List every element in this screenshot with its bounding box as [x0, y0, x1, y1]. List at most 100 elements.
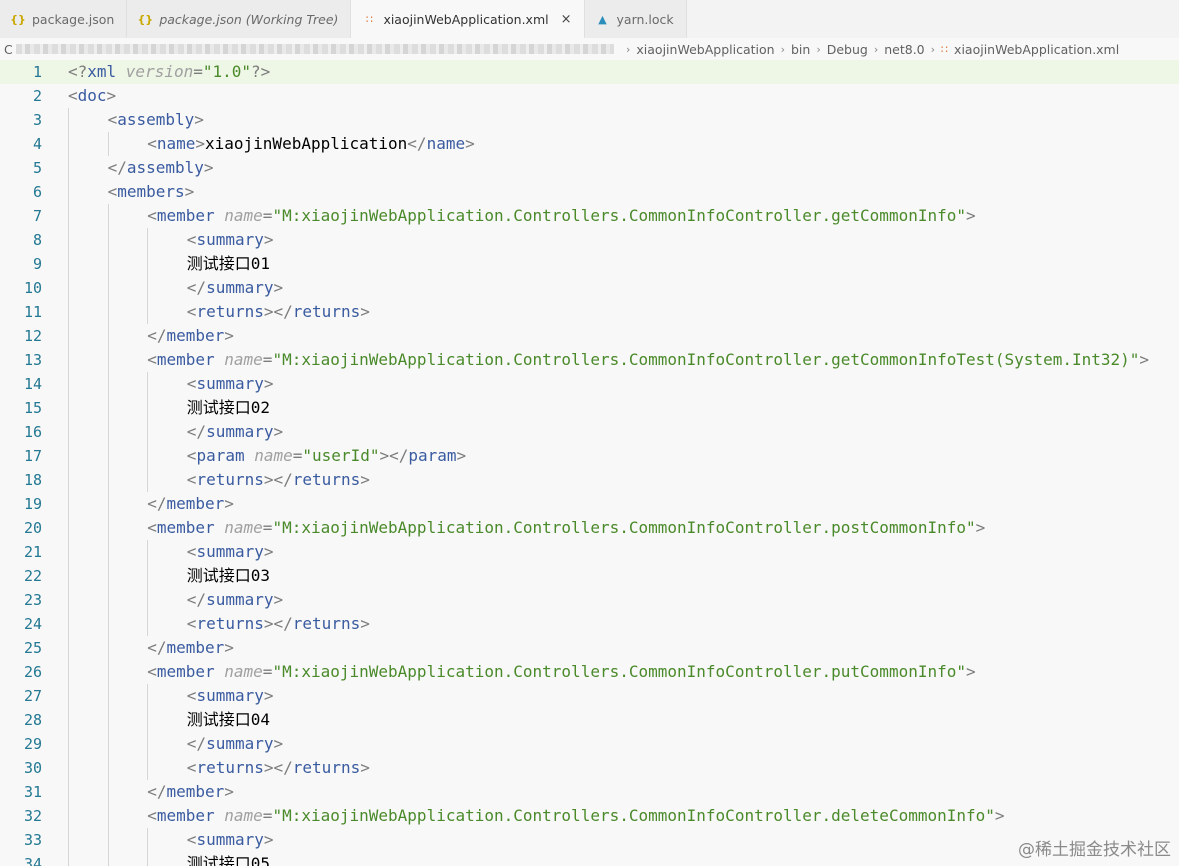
indent-guide: [147, 684, 149, 708]
indent-guide: [107, 636, 109, 660]
line-number: 5: [32, 159, 42, 177]
tab-package-json-working-tree[interactable]: {} package.json (Working Tree): [127, 0, 352, 38]
code-token: </: [186, 422, 207, 441]
indent-guide: [68, 420, 69, 444]
code-line[interactable]: 31 </member>: [0, 780, 1179, 804]
code-token: returns: [196, 758, 264, 777]
code-line[interactable]: 10 </summary>: [0, 276, 1179, 300]
code-line[interactable]: 18 <returns></returns>: [0, 468, 1179, 492]
indent-guide: [68, 612, 69, 636]
code-line[interactable]: 12 </member>: [0, 324, 1179, 348]
code-line[interactable]: 25 </member>: [0, 636, 1179, 660]
code-line[interactable]: 6 <members>: [0, 180, 1179, 204]
indent-guide: [107, 372, 109, 396]
code-line[interactable]: 28 测试接口04: [0, 708, 1179, 732]
line-number: 31: [23, 783, 42, 801]
code-text: 测试接口01: [187, 252, 270, 276]
code-line[interactable]: 27 <summary>: [0, 684, 1179, 708]
breadcrumb: C › xiaojinWebApplication › bin › Debug …: [0, 38, 1179, 60]
indent-guide: [68, 108, 69, 132]
line-number: 18: [23, 471, 42, 489]
code-token: returns: [292, 302, 361, 321]
code-text: <members>: [108, 180, 195, 204]
code-token: member: [166, 494, 225, 513]
code-line[interactable]: 19 </member>: [0, 492, 1179, 516]
code-line[interactable]: 3 <assembly>: [0, 108, 1179, 132]
code-text: <member name="M:xiaojinWebApplication.Co…: [147, 204, 975, 228]
code-line[interactable]: 29 </summary>: [0, 732, 1179, 756]
breadcrumb-item[interactable]: xiaojinWebApplication: [636, 42, 774, 57]
code-line[interactable]: 15 测试接口02: [0, 396, 1179, 420]
tab-xiaojin-xml[interactable]: ∷ xiaojinWebApplication.xml ×: [351, 0, 585, 38]
tab-package-json[interactable]: {} package.json: [0, 0, 128, 38]
code-line[interactable]: 23 </summary>: [0, 588, 1179, 612]
code-line[interactable]: 20 <member name="M:xiaojinWebApplication.…: [0, 516, 1179, 540]
code-token: assembly: [126, 158, 204, 177]
code-line[interactable]: 33 <summary>: [0, 828, 1179, 852]
code-line[interactable]: 1 <?xml version="1.0"?>: [0, 60, 1179, 84]
code-token: "M:xiaojinWebApplication.Controllers.Com…: [272, 806, 995, 825]
code-token: xiaojinWebApplication: [205, 134, 408, 153]
breadcrumb-item[interactable]: Debug: [827, 42, 868, 57]
code-text: </member>: [147, 492, 234, 516]
indent-guide: [68, 156, 69, 180]
indent-guide: [107, 252, 109, 276]
code-line[interactable]: 14 <summary>: [0, 372, 1179, 396]
code-line[interactable]: 16 </summary>: [0, 420, 1179, 444]
indent-guide: [68, 732, 69, 756]
indent-guide: [147, 612, 149, 636]
code-line[interactable]: 22 测试接口03: [0, 564, 1179, 588]
code-text: <summary>: [187, 540, 274, 564]
tab-yarn-lock[interactable]: ▲ yarn.lock: [584, 0, 687, 38]
breadcrumb-item[interactable]: bin: [791, 42, 810, 57]
code-token: 测试接口04: [186, 710, 271, 729]
code-text: <member name="M:xiaojinWebApplication.Co…: [147, 348, 1149, 372]
close-icon[interactable]: ×: [561, 12, 572, 27]
line-number: 1: [32, 63, 42, 81]
code-line[interactable]: 21 <summary>: [0, 540, 1179, 564]
indent-guide: [68, 348, 69, 372]
line-number: 21: [23, 543, 42, 561]
line-number: 7: [32, 207, 42, 225]
code-line[interactable]: 5 </assembly>: [0, 156, 1179, 180]
code-token: 测试接口05: [186, 854, 271, 866]
breadcrumb-drive[interactable]: C: [4, 42, 14, 57]
code-line[interactable]: 17 <param name="userId"></param>: [0, 444, 1179, 468]
code-token: <: [186, 374, 197, 393]
indent-guide: [107, 588, 109, 612]
indent-guide: [147, 564, 149, 588]
code-token: member: [166, 326, 225, 345]
breadcrumb-item[interactable]: net8.0: [884, 42, 924, 57]
indent-guide: [147, 444, 149, 468]
code-text: <assembly>: [108, 108, 204, 132]
code-token: <: [186, 542, 197, 561]
code-line[interactable]: 9 测试接口01: [0, 252, 1179, 276]
code-token: <?: [68, 62, 88, 81]
code-token: <: [186, 302, 197, 321]
code-token: member: [166, 638, 225, 657]
code-line[interactable]: 24 <returns></returns>: [0, 612, 1179, 636]
indent-guide: [147, 588, 149, 612]
code-line[interactable]: 4 <name>xiaojinWebApplication</name>: [0, 132, 1179, 156]
indent-guide: [68, 852, 69, 866]
code-token: >: [360, 302, 370, 321]
code-line[interactable]: 7 <member name="M:xiaojinWebApplication.C…: [0, 204, 1179, 228]
code-token: member: [156, 350, 225, 369]
code-line[interactable]: 2 <doc>: [0, 84, 1179, 108]
code-text: 测试接口02: [187, 396, 270, 420]
code-line[interactable]: 32 <member name="M:xiaojinWebApplication.…: [0, 804, 1179, 828]
code-token: 测试接口02: [186, 398, 271, 417]
code-line[interactable]: 26 <member name="M:xiaojinWebApplication.…: [0, 660, 1179, 684]
code-text: <name>xiaojinWebApplication</name>: [147, 132, 475, 156]
breadcrumb-item[interactable]: xiaojinWebApplication.xml: [954, 42, 1119, 57]
code-line[interactable]: 11 <returns></returns>: [0, 300, 1179, 324]
code-token: =: [262, 518, 273, 537]
code-line[interactable]: 8 <summary>: [0, 228, 1179, 252]
line-number: 16: [23, 423, 42, 441]
code-line[interactable]: 13 <member name="M:xiaojinWebApplication.…: [0, 348, 1179, 372]
code-line[interactable]: 34 测试接口05: [0, 852, 1179, 866]
code-line[interactable]: 30 <returns></returns>: [0, 756, 1179, 780]
code-token: 测试接口03: [186, 566, 271, 585]
code-editor[interactable]: 1 <?xml version="1.0"?> 2 <doc> 3 <assembly> 4…: [0, 60, 1179, 866]
tab-label: yarn.lock: [616, 11, 674, 27]
